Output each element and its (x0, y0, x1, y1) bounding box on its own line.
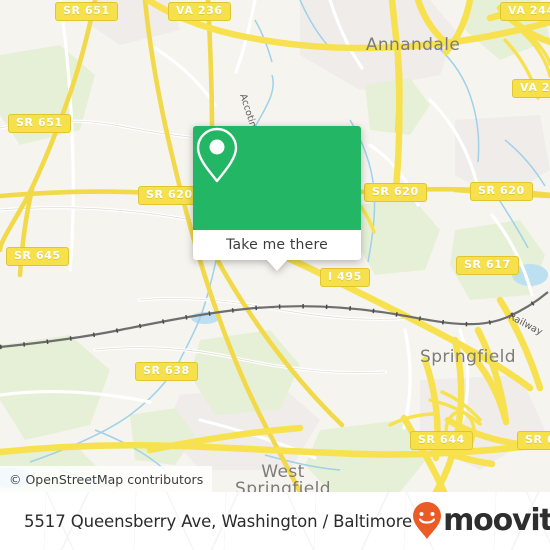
city-label: Springfield (420, 347, 516, 367)
map-screenshot: Annandale Springfield West Springfield A… (0, 0, 550, 550)
road-shield[interactable]: SR 644 (410, 431, 473, 450)
road-shield[interactable]: SR 620 (138, 186, 201, 205)
location-callout-card[interactable]: Take me there (193, 126, 361, 271)
road-shield[interactable]: SR 620 (364, 183, 427, 202)
map-pin-icon (196, 127, 238, 183)
footer-bar: 5517 Queensberry Ave, Washington / Balti… (0, 492, 550, 550)
callout-icon-area (193, 126, 361, 230)
map-canvas[interactable]: Annandale Springfield West Springfield A… (0, 0, 550, 492)
callout-pointer-tail (266, 259, 288, 271)
road-shield[interactable]: VA 244 (500, 2, 550, 21)
road-shield[interactable]: SR 651 (8, 114, 71, 133)
map-attribution[interactable]: © OpenStreetMap contributors (0, 466, 213, 492)
moovit-wordmark: moovit (443, 503, 550, 538)
road-shield[interactable]: I 495 (320, 268, 370, 287)
road-shield[interactable]: SR 645 (6, 247, 69, 266)
road-shield[interactable]: SR 638 (135, 362, 198, 381)
moovit-pin-icon (413, 502, 442, 539)
moovit-logo[interactable]: moovit (412, 501, 550, 541)
road-shield[interactable]: SR 644 (517, 431, 550, 450)
road-shield[interactable]: SR 617 (456, 256, 519, 275)
city-label: Springfield (235, 479, 331, 492)
road-shield[interactable]: VA 236 (168, 2, 231, 21)
address-label: 5517 Queensberry Ave, Washington / Balti… (24, 511, 413, 531)
city-label: Annandale (366, 35, 460, 55)
take-me-there-button[interactable]: Take me there (193, 230, 361, 260)
road-shield[interactable]: SR 651 (55, 2, 118, 21)
road-shield[interactable]: SR 620 (470, 182, 533, 201)
road-shield[interactable]: VA 236 (512, 79, 550, 98)
